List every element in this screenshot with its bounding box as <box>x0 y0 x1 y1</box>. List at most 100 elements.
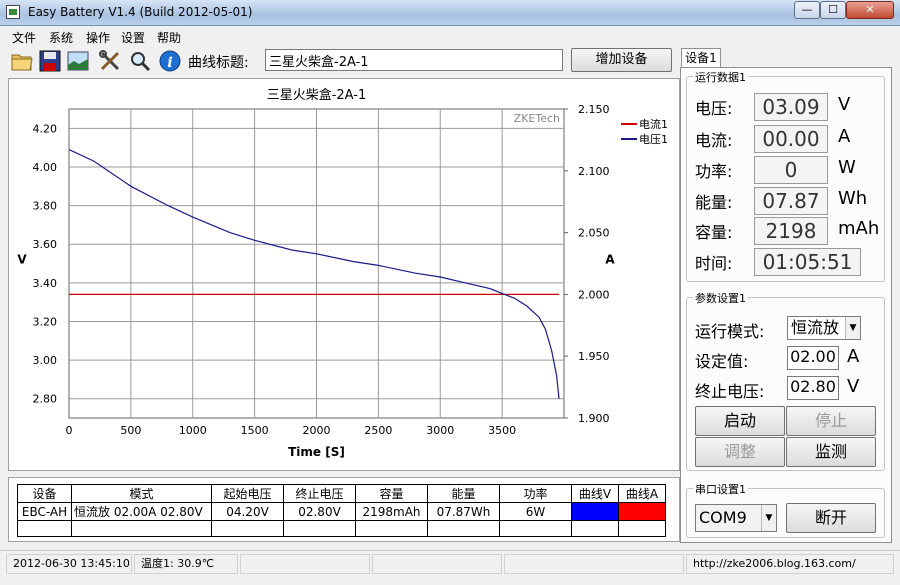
params-title: 参数设置1 <box>693 290 748 306</box>
end-voltage-unit: V <box>847 376 860 397</box>
y-right-tick-label: 1.900 <box>578 412 610 425</box>
device-table-panel: 设备 模式 起始电压 终止电压 容量 能量 功率 曲线V 曲线A EBC-AH … <box>8 477 680 542</box>
adjust-button[interactable]: 调整 <box>695 437 785 467</box>
x-tick-label: 500 <box>120 424 141 437</box>
power-label: 功率: <box>695 162 733 181</box>
x-tick-label: 2500 <box>364 424 392 437</box>
current-unit: A <box>838 126 851 147</box>
disconnect-button[interactable]: 断开 <box>786 503 876 533</box>
y-left-tick-label: 3.80 <box>33 200 58 213</box>
y-right-tick-label: 2.000 <box>578 288 610 301</box>
voltage-unit: V <box>838 94 851 115</box>
y-left-axis-label: V <box>17 253 27 267</box>
legend-label: 电压1 <box>639 133 668 146</box>
monitor-button[interactable]: 监测 <box>786 437 876 467</box>
tab-device-1[interactable]: 设备1 <box>681 48 721 68</box>
add-device-button[interactable]: 增加设备 <box>571 48 672 72</box>
col-device: 设备 <box>17 484 72 503</box>
com-port-select[interactable]: COM9 ▼ <box>695 504 777 532</box>
status-empty-2 <box>372 554 502 574</box>
svg-text:i: i <box>167 55 172 71</box>
tools-icon[interactable] <box>98 49 122 73</box>
device-tab-panel: 运行数据1 电压: 03.09 V 电流: 00.00 A 功率: 0 W 能量… <box>680 67 892 543</box>
y-right-tick-label: 2.150 <box>578 103 610 116</box>
menu-file[interactable]: 文件 <box>12 29 36 46</box>
chart-title: 三星火柴盒-2A-1 <box>267 87 367 103</box>
table-header-row: 设备 模式 起始电压 终止电压 容量 能量 功率 曲线V 曲线A <box>17 484 666 503</box>
cell-device: EBC-AH <box>17 502 72 521</box>
y-left-tick-label: 4.20 <box>33 122 58 135</box>
end-voltage-input[interactable]: 02.80 <box>787 376 839 400</box>
open-folder-icon[interactable] <box>10 49 34 73</box>
y-right-tick-label: 2.050 <box>578 227 610 240</box>
mode-select-value: 恒流放 <box>791 318 840 337</box>
time-label: 时间: <box>695 254 733 273</box>
menu-settings[interactable]: 设置 <box>121 29 145 46</box>
power-unit: W <box>838 157 856 178</box>
device-table: 设备 模式 起始电压 终止电压 容量 能量 功率 曲线V 曲线A EBC-AH … <box>17 484 666 537</box>
x-tick-label: 2000 <box>303 424 331 437</box>
col-mode: 模式 <box>71 484 212 503</box>
menu-bar: 文件 系统 操作 设置 帮助 <box>0 27 900 45</box>
discharge-chart: 三星火柴盒-2A-1 0 500 1000 1500 2000 2500 3000 3500 4.… <box>17 87 668 459</box>
mode-select[interactable]: 恒流放 ▼ <box>787 316 861 340</box>
minimize-button[interactable]: — <box>794 1 820 19</box>
set-value-label: 设定值: <box>695 352 749 371</box>
table-row[interactable]: EBC-AH 恒流放 02.00A 02.80V 04.20V 02.80V 2… <box>17 502 666 521</box>
close-button[interactable]: ✕ <box>846 1 894 19</box>
cell-capacity: 2198mAh <box>355 502 428 521</box>
menu-system[interactable]: 系统 <box>49 29 73 46</box>
capacity-value: 2198 <box>754 217 828 245</box>
current-label: 电流: <box>695 131 733 150</box>
chart-image-icon[interactable] <box>66 49 90 73</box>
col-curve-v: 曲线V <box>571 484 619 503</box>
current-value: 00.00 <box>754 125 828 153</box>
col-end-voltage: 终止电压 <box>283 484 356 503</box>
curve-v-color-swatch[interactable] <box>571 502 619 521</box>
cell-start-voltage: 04.20V <box>211 502 284 521</box>
chevron-down-icon[interactable]: ▼ <box>761 505 776 531</box>
set-value-unit: A <box>847 346 860 367</box>
params-group: 参数设置1 运行模式: 恒流放 ▼ 设定值: 02.00 A 终止电压: 02.… <box>686 290 885 471</box>
voltage-label: 电压: <box>695 99 733 118</box>
start-button[interactable]: 启动 <box>695 406 785 436</box>
y-left-tick-label: 3.20 <box>33 315 58 328</box>
y-left-tick-label: 3.00 <box>33 354 58 367</box>
curve-a-color-swatch[interactable] <box>618 502 666 521</box>
y-right-tick-label: 2.100 <box>578 165 610 178</box>
run-data-title: 运行数据1 <box>693 69 748 85</box>
maximize-button[interactable]: ☐ <box>820 1 846 19</box>
voltage-value: 03.09 <box>754 93 828 121</box>
capacity-label: 容量: <box>695 223 733 242</box>
save-icon[interactable] <box>38 49 62 73</box>
cell-energy: 07.87Wh <box>427 502 500 521</box>
col-capacity: 容量 <box>355 484 428 503</box>
serial-group: 串口设置1 COM9 ▼ 断开 <box>686 481 885 538</box>
status-empty-1 <box>240 554 370 574</box>
set-value-input[interactable]: 02.00 <box>787 346 839 370</box>
energy-value: 07.87 <box>754 187 828 215</box>
cell-end-voltage: 02.80V <box>283 502 356 521</box>
y-right-tick-label: 1.950 <box>578 350 610 363</box>
energy-label: 能量: <box>695 193 733 212</box>
status-datetime: 2012-06-30 13:45:10 <box>6 554 132 574</box>
menu-help[interactable]: 帮助 <box>157 29 181 46</box>
table-row-empty <box>17 520 666 537</box>
chevron-down-icon[interactable]: ▼ <box>845 317 860 339</box>
cell-mode: 恒流放 02.00A 02.80V <box>71 502 212 521</box>
curve-title-label: 曲线标题: <box>188 55 249 71</box>
stop-button[interactable]: 停止 <box>786 406 876 436</box>
col-start-voltage: 起始电压 <box>211 484 284 503</box>
x-tick-label: 3500 <box>488 424 516 437</box>
curve-title-input[interactable] <box>265 49 563 71</box>
end-voltage-label: 终止电压: <box>695 382 765 401</box>
info-icon[interactable]: i <box>158 49 182 73</box>
energy-unit: Wh <box>838 188 868 209</box>
app-icon <box>6 5 20 19</box>
serial-title: 串口设置1 <box>693 481 748 497</box>
col-curve-a: 曲线A <box>618 484 666 503</box>
col-power: 功率 <box>499 484 572 503</box>
zoom-icon[interactable] <box>128 49 152 73</box>
y-right-axis-label: A <box>605 253 615 267</box>
menu-operate[interactable]: 操作 <box>86 29 110 46</box>
